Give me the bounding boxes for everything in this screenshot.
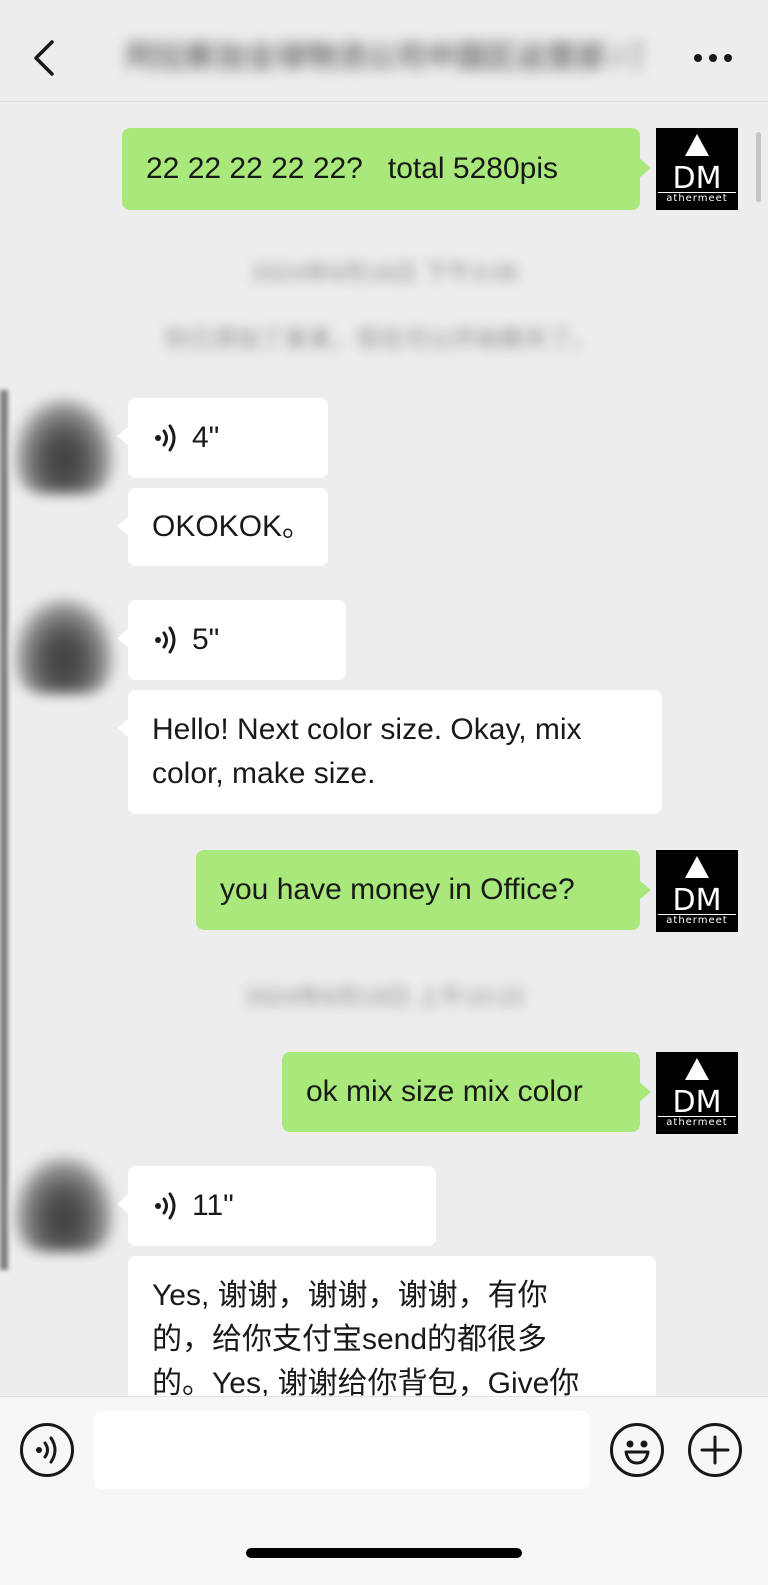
voice-wave-icon: [155, 424, 176, 452]
dm-logo-icon: DM: [673, 1058, 722, 1114]
sent-message-bubble[interactable]: ok mix size mix color: [282, 1052, 651, 1132]
message-text: OKOKOK。: [152, 510, 313, 543]
scroll-indicator: [756, 132, 761, 202]
voice-duration: 11": [192, 1189, 234, 1222]
voice-input-icon[interactable]: [20, 1423, 74, 1477]
dm-logo-icon: DM: [673, 134, 722, 190]
voice-message-bubble[interactable]: 5": [117, 600, 346, 680]
voice-duration: 4": [192, 421, 220, 454]
svg-text:DM: DM: [673, 161, 722, 190]
voice-message-bubble[interactable]: 11": [117, 1166, 436, 1246]
svg-text:DM: DM: [673, 1085, 722, 1114]
message-text-line: color, make size.: [152, 757, 376, 790]
my-avatar[interactable]: DM athermeet: [656, 850, 738, 932]
avatar-brand: athermeet: [658, 192, 736, 204]
plus-icon[interactable]: [688, 1423, 742, 1477]
voice-message-bubble[interactable]: 4": [117, 398, 328, 478]
avatar-brand: athermeet: [658, 914, 736, 926]
sent-message-bubble[interactable]: 22 22 22 22 22? total 5280pis: [122, 128, 651, 210]
voice-duration: 5": [192, 623, 220, 656]
sender-avatar[interactable]: [14, 598, 114, 694]
svg-text:DM: DM: [673, 883, 722, 912]
message-text-line: Yes, 谢谢，谢谢，谢谢，有你: [152, 1279, 548, 1312]
system-timestamp: 2024年8月18日 下午3:06: [251, 260, 519, 287]
emoji-icon[interactable]: [610, 1423, 664, 1477]
sender-avatar[interactable]: [14, 1156, 114, 1252]
message-text: ok mix size mix color: [306, 1075, 583, 1108]
chat-title[interactable]: 阿拉斯加全球物流公司中国区运营部 / 某: [126, 36, 640, 80]
chat-header: 阿拉斯加全球物流公司中国区运营部 / 某: [0, 0, 768, 102]
more-dots-icon[interactable]: [688, 40, 738, 76]
avatar-brand: athermeet: [658, 1116, 736, 1128]
my-avatar[interactable]: DM athermeet: [656, 1052, 738, 1134]
chevron-left-icon[interactable]: [24, 36, 64, 80]
message-text: you have money in Office?: [220, 873, 575, 906]
system-timestamp: 2024年8月19日 上午10:22: [244, 984, 526, 1011]
blurred-edge: [0, 390, 8, 1270]
sent-message-bubble[interactable]: you have money in Office?: [196, 850, 651, 930]
system-notice: 你已添加了某某，现在可以开始聊天了。: [164, 326, 596, 353]
dm-logo-icon: DM: [673, 856, 722, 912]
message-text: 22 22 22 22 22? total 5280pis: [146, 152, 559, 185]
sender-avatar[interactable]: [14, 398, 114, 494]
message-text-line: 的，给你支付宝send的都很多: [152, 1323, 548, 1356]
voice-wave-icon: [155, 1192, 176, 1220]
message-text-line: Hello! Next color size. Okay, mix: [152, 713, 582, 746]
home-indicator[interactable]: [246, 1548, 522, 1558]
received-message-bubble[interactable]: Hello! Next color size. Okay, mix color,…: [117, 690, 662, 814]
received-message-bubble[interactable]: OKOKOK。: [117, 488, 328, 566]
voice-wave-icon: [155, 626, 176, 654]
my-avatar[interactable]: DM athermeet: [656, 128, 738, 210]
message-input[interactable]: [94, 1411, 590, 1489]
